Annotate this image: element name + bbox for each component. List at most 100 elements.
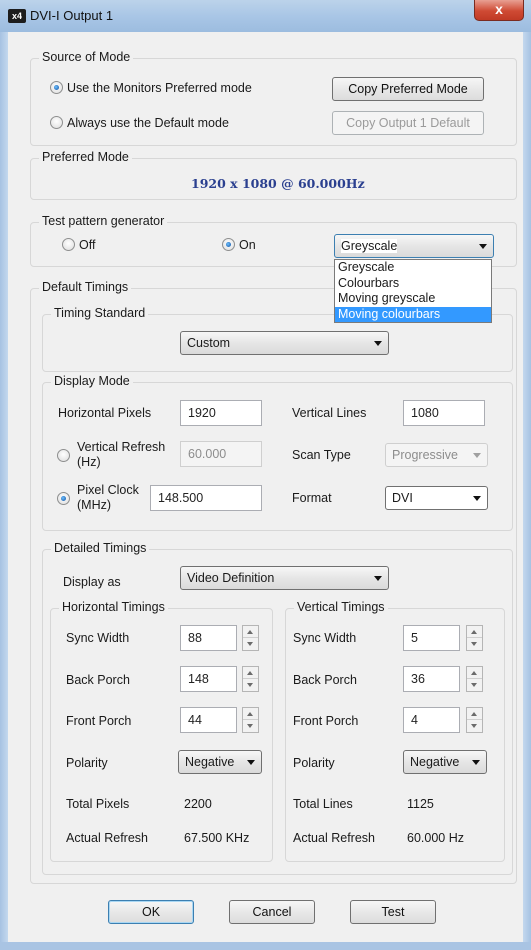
test-pattern-dropdown-list: Greyscale Colourbars Moving greyscale Mo… (334, 259, 492, 323)
test-pattern-select[interactable]: Greyscale (334, 234, 494, 258)
display-as-select[interactable]: Video Definition (180, 566, 389, 590)
spin-up-icon[interactable] (243, 667, 258, 679)
vertical-lines-label: Vertical Lines (292, 406, 367, 420)
group-title: Test pattern generator (39, 214, 168, 228)
chevron-down-icon (473, 496, 481, 501)
ok-button[interactable]: OK (108, 900, 194, 924)
dropdown-option-moving-colourbars[interactable]: Moving colourbars (335, 306, 491, 322)
h-sync-width-input[interactable]: 88 (180, 625, 237, 651)
pixel-clock-text: Pixel Clock (77, 483, 139, 497)
copy-preferred-mode-button[interactable]: Copy Preferred Mode (332, 77, 484, 101)
v-actual-refresh-label: Actual Refresh (293, 831, 375, 845)
h-actual-refresh-label: Actual Refresh (66, 831, 148, 845)
h-back-porch-label: Back Porch (66, 673, 130, 687)
select-value: Video Definition (187, 571, 275, 585)
vertical-refresh-input[interactable]: 60.000 (180, 441, 262, 467)
h-back-porch-input[interactable]: 148 (180, 666, 237, 692)
v-actual-refresh-value: 60.000 Hz (407, 831, 464, 845)
format-select[interactable]: DVI (385, 486, 488, 510)
radio-unselected-icon (57, 449, 70, 462)
window-frame-bottom (0, 942, 531, 950)
select-value: Negative (185, 755, 235, 769)
group-title: Vertical Timings (294, 600, 388, 614)
chevron-down-icon (479, 244, 487, 249)
display-as-label: Display as (63, 575, 121, 589)
v-sync-width-spinner[interactable] (466, 625, 483, 651)
radio-vertical-refresh[interactable] (57, 448, 74, 464)
spin-up-icon[interactable] (467, 626, 482, 638)
horizontal-pixels-label: Horizontal Pixels (58, 406, 152, 420)
spin-down-icon[interactable] (243, 720, 258, 732)
select-value: Negative (410, 755, 460, 769)
h-front-porch-label: Front Porch (66, 714, 132, 728)
dropdown-option-greyscale[interactable]: Greyscale (335, 260, 491, 276)
scan-type-select[interactable]: Progressive (385, 443, 488, 467)
spin-down-icon[interactable] (467, 679, 482, 691)
title-bar[interactable]: x4 DVI-I Output 1 x (0, 0, 531, 32)
v-sync-width-input[interactable]: 5 (403, 625, 460, 651)
radio-unselected-icon (50, 116, 63, 129)
window-frame-right (523, 32, 531, 942)
radio-test-off[interactable]: Off (62, 237, 95, 253)
select-value: DVI (392, 491, 413, 505)
pixel-clock-input[interactable]: 148.500 (150, 485, 262, 511)
group-title: Detailed Timings (51, 541, 150, 555)
horizontal-pixels-input[interactable]: 1920 (180, 400, 262, 426)
spin-down-icon[interactable] (243, 638, 258, 650)
h-sync-width-label: Sync Width (66, 631, 130, 645)
radio-unselected-icon (62, 238, 75, 251)
h-back-porch-spinner[interactable] (242, 666, 259, 692)
group-title: Source of Mode (39, 50, 134, 64)
dialog-window: x4 DVI-I Output 1 x Source of Mode Use t… (0, 0, 531, 950)
scan-type-label: Scan Type (292, 448, 351, 462)
timing-standard-select[interactable]: Custom (180, 331, 389, 355)
dropdown-option-colourbars[interactable]: Colourbars (335, 276, 491, 292)
v-front-porch-spinner[interactable] (466, 707, 483, 733)
select-value: Custom (187, 336, 231, 350)
radio-label: Use the Monitors Preferred mode (67, 81, 252, 95)
v-polarity-label: Polarity (293, 756, 335, 770)
group-title: Display Mode (51, 374, 133, 388)
total-pixels-label: Total Pixels (66, 797, 130, 811)
group-title: Default Timings (39, 280, 132, 294)
h-sync-width-spinner[interactable] (242, 625, 259, 651)
v-sync-width-label: Sync Width (293, 631, 357, 645)
spin-up-icon[interactable] (467, 708, 482, 720)
spin-up-icon[interactable] (243, 626, 258, 638)
vertical-refresh-label: Vertical Refresh (Hz) (77, 440, 165, 470)
select-value: Greyscale (341, 239, 398, 253)
h-polarity-select[interactable]: Negative (178, 750, 262, 774)
test-button[interactable]: Test (350, 900, 436, 924)
v-front-porch-input[interactable]: 4 (403, 707, 460, 733)
dropdown-option-moving-greyscale[interactable]: Moving greyscale (335, 291, 491, 307)
vertical-refresh-unit: (Hz) (77, 455, 101, 469)
cancel-button[interactable]: Cancel (229, 900, 315, 924)
spin-down-icon[interactable] (243, 679, 258, 691)
h-front-porch-spinner[interactable] (242, 707, 259, 733)
radio-default-mode[interactable]: Always use the Default mode (50, 115, 229, 131)
v-back-porch-input[interactable]: 36 (403, 666, 460, 692)
radio-test-on[interactable]: On (222, 237, 256, 253)
close-button[interactable]: x (474, 0, 524, 21)
h-front-porch-input[interactable]: 44 (180, 707, 237, 733)
spin-up-icon[interactable] (243, 708, 258, 720)
spin-down-icon[interactable] (467, 638, 482, 650)
vertical-lines-input[interactable]: 1080 (403, 400, 485, 426)
app-icon: x4 (8, 9, 26, 23)
radio-selected-icon (57, 492, 70, 505)
window-title: DVI-I Output 1 (30, 8, 114, 23)
v-back-porch-spinner[interactable] (466, 666, 483, 692)
group-title: Horizontal Timings (59, 600, 168, 614)
pixel-clock-label: Pixel Clock (MHz) (77, 483, 139, 513)
chevron-down-icon (374, 576, 382, 581)
v-polarity-select[interactable]: Negative (403, 750, 487, 774)
h-polarity-label: Polarity (66, 756, 108, 770)
radio-preferred-mode[interactable]: Use the Monitors Preferred mode (50, 80, 252, 96)
radio-pixel-clock[interactable] (57, 491, 74, 507)
window-frame-left (0, 32, 8, 942)
chevron-down-icon (247, 760, 255, 765)
spin-up-icon[interactable] (467, 667, 482, 679)
copy-output-default-button[interactable]: Copy Output 1 Default (332, 111, 484, 135)
spin-down-icon[interactable] (467, 720, 482, 732)
horizontal-timings-group: Horizontal Timings (50, 600, 273, 862)
